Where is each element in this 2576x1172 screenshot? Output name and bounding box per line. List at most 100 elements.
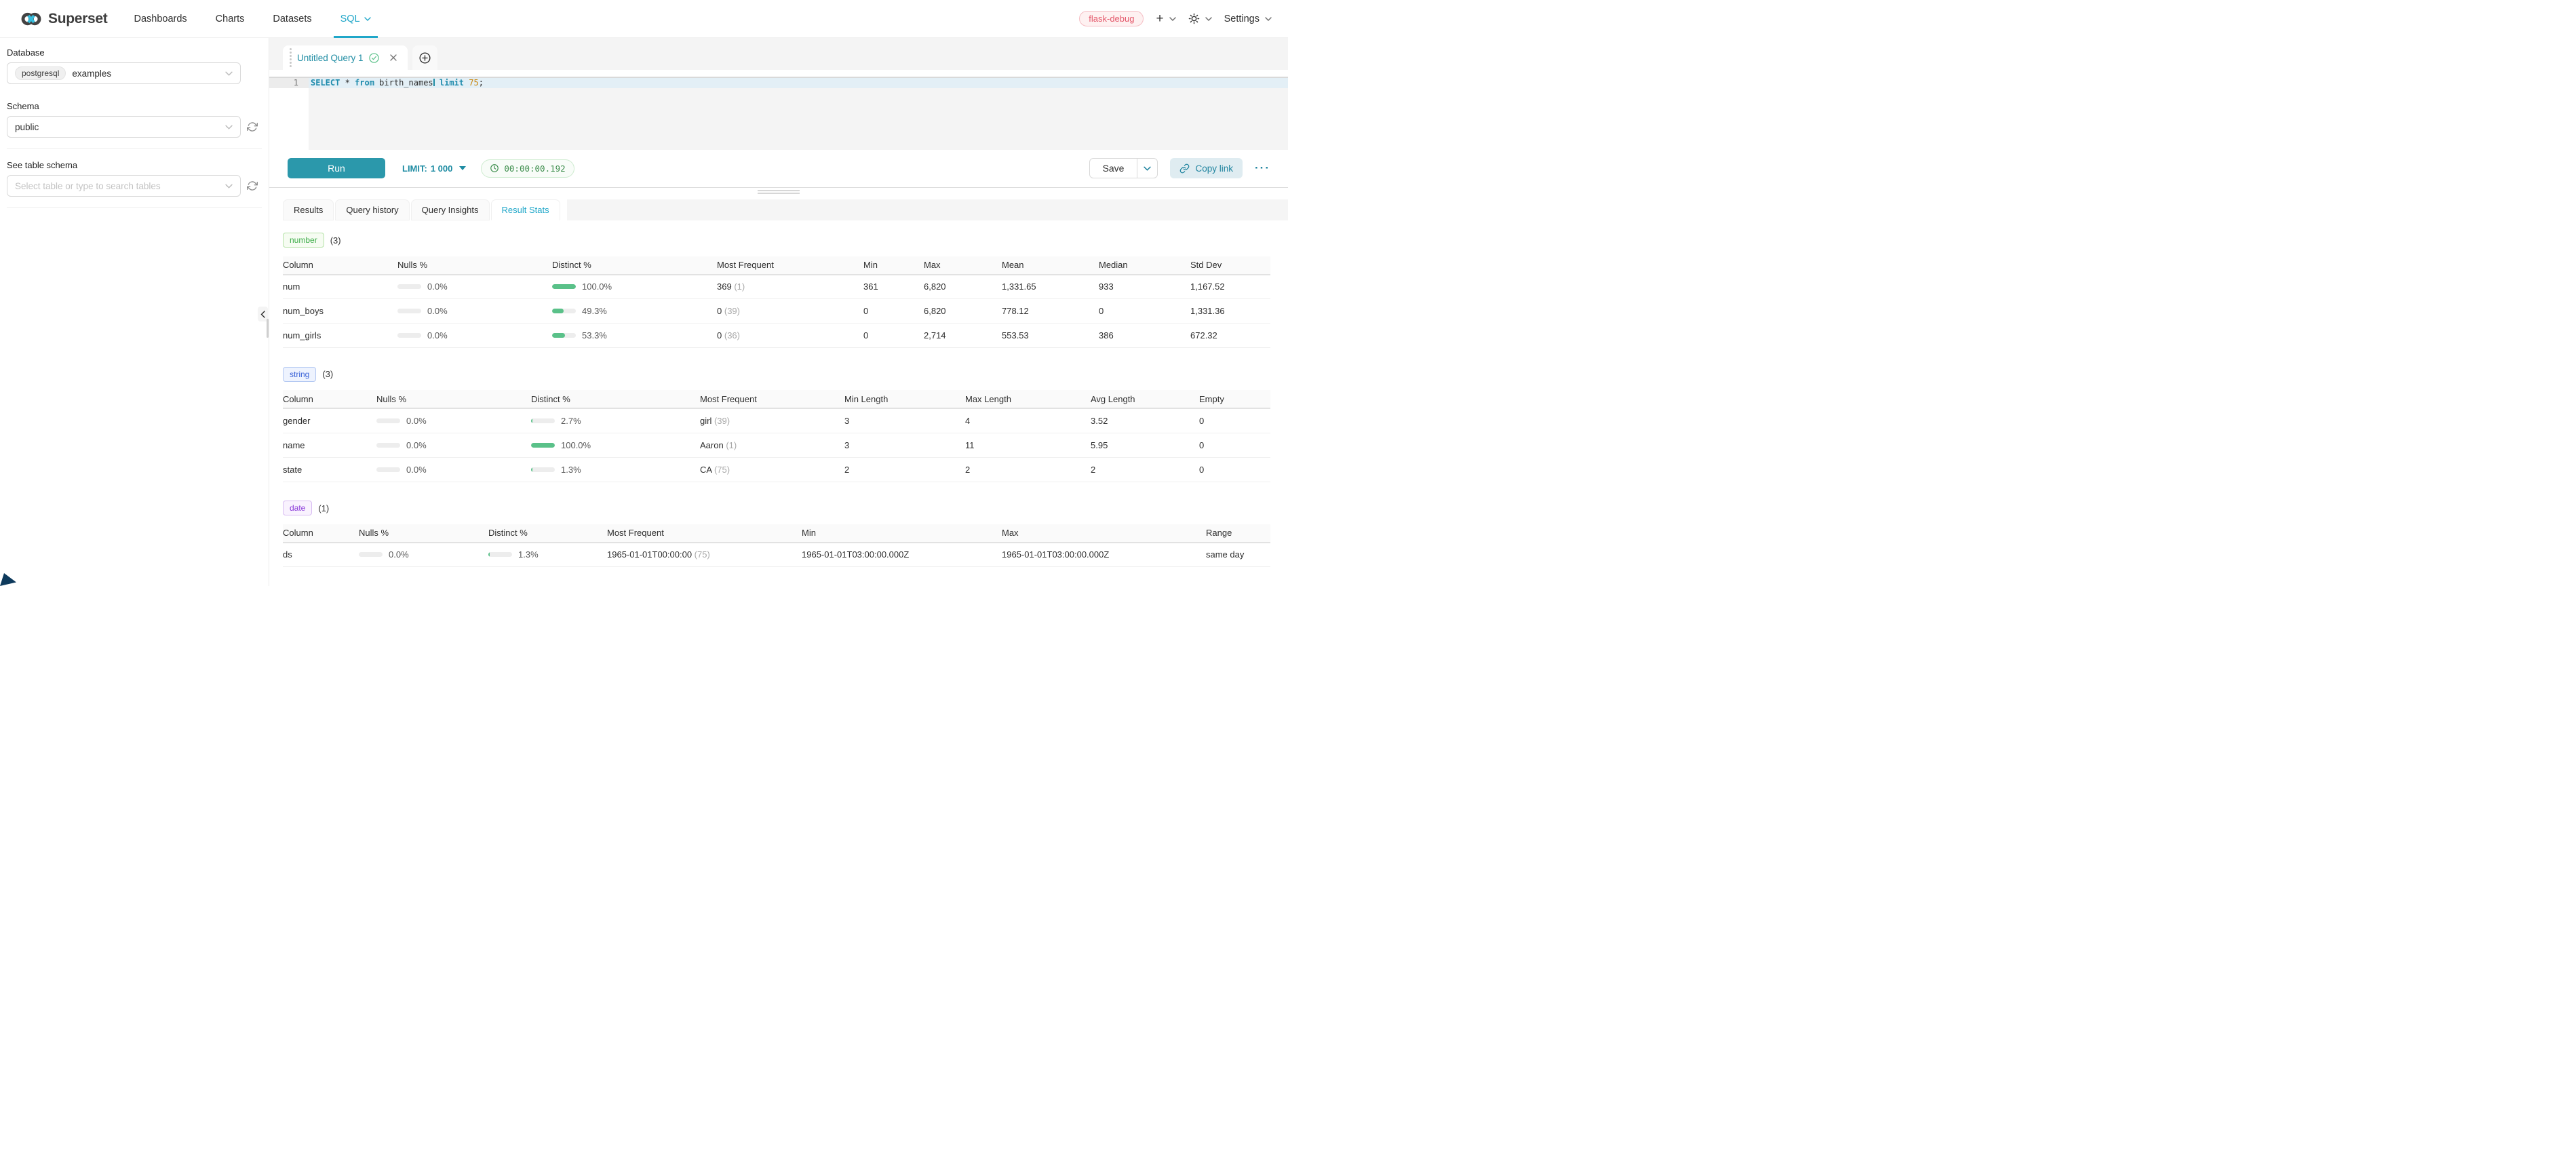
nav-item-label: Datasets xyxy=(273,14,311,24)
most-frequent-value: 0 xyxy=(717,330,722,340)
distinct-percent-cell: 49.3% xyxy=(552,299,717,324)
most-frequent-cell: girl (39) xyxy=(700,408,844,433)
column-header-mean: Mean xyxy=(1002,256,1099,275)
nulls-percent-cell: 0.0% xyxy=(397,275,552,299)
distinct-bar xyxy=(552,309,576,313)
column-header-distinct-: Distinct % xyxy=(531,390,700,408)
table-schema-label: See table schema xyxy=(7,160,269,170)
save-button[interactable]: Save xyxy=(1090,159,1137,178)
sql-editor[interactable]: 1 SELECT * from birth_names limit 75; xyxy=(269,77,1288,151)
settings-menu[interactable]: Settings xyxy=(1224,14,1272,24)
nav-item-label: Dashboards xyxy=(134,14,187,24)
superset-logo[interactable]: Superset xyxy=(20,9,107,29)
editor-gutter: 1 xyxy=(269,78,309,151)
more-actions-button[interactable]: ··· xyxy=(1255,161,1270,175)
results-tab-bar: ResultsQuery historyQuery InsightsResult… xyxy=(269,199,1288,220)
close-tab-button[interactable] xyxy=(389,53,401,62)
distinct-percent-cell: 1.3% xyxy=(531,457,700,482)
new-item-menu[interactable]: + xyxy=(1156,12,1175,25)
table-row: num_boys0.0%49.3%0 (39)06,820778.1201,33… xyxy=(283,299,1270,324)
type-badge: number xyxy=(283,233,324,248)
chevron-left-icon xyxy=(260,311,265,318)
stat-value: 0 xyxy=(1199,457,1270,482)
most-frequent-cell: CA (75) xyxy=(700,457,844,482)
nulls-percent-cell: 0.0% xyxy=(397,324,552,348)
tab-query-history[interactable]: Query history xyxy=(335,199,409,220)
column-header-max: Max xyxy=(1002,524,1206,543)
nav-item-dashboards[interactable]: Dashboards xyxy=(119,0,201,38)
sql-code-line[interactable]: SELECT * from birth_names limit 75; xyxy=(309,78,1288,88)
copy-link-button[interactable]: Copy link xyxy=(1170,158,1243,178)
caret-down-icon xyxy=(459,166,466,170)
tab-result-stats[interactable]: Result Stats xyxy=(491,199,560,220)
nav-item-charts[interactable]: Charts xyxy=(201,0,259,38)
nulls-percent-cell: 0.0% xyxy=(376,457,531,482)
database-engine-tag: postgresql xyxy=(15,66,66,80)
nav-item-label: Charts xyxy=(216,14,245,24)
stat-value: 3 xyxy=(844,433,965,457)
most-frequent-count: (36) xyxy=(724,330,740,340)
stat-value: 553.53 xyxy=(1002,324,1099,348)
database-select[interactable]: postgresql examples xyxy=(7,62,241,84)
nulls-bar xyxy=(376,443,400,448)
distinct-percent-value: 1.3% xyxy=(561,465,581,475)
nulls-bar xyxy=(376,418,400,423)
query-tab-bar: Untitled Query 1 xyxy=(269,38,1288,70)
column-header-min-length: Min Length xyxy=(844,390,965,408)
editor-code-area[interactable]: SELECT * from birth_names limit 75; xyxy=(309,78,1288,151)
refresh-tables-icon[interactable] xyxy=(247,180,258,191)
save-split-button[interactable]: Save xyxy=(1089,158,1158,178)
number-stats-table: ColumnNulls %Distinct %Most FrequentMinM… xyxy=(283,256,1270,349)
refresh-schema-icon[interactable] xyxy=(247,121,258,132)
nulls-percent-value: 0.0% xyxy=(406,465,427,475)
nav-right-group: flask-debug + Settings xyxy=(1079,11,1272,26)
stat-value: 1965-01-01T03:00:00.000Z xyxy=(1002,543,1206,567)
sidebar-scrollbar[interactable] xyxy=(267,319,269,338)
environment-badge: flask-debug xyxy=(1079,11,1144,26)
database-value: examples xyxy=(72,69,111,79)
distinct-percent-cell: 1.3% xyxy=(488,543,607,567)
table-select[interactable]: Select table or type to search tables xyxy=(7,175,241,197)
chevron-down-icon xyxy=(225,125,233,130)
sql-token: 75 xyxy=(464,78,479,87)
column-count: (3) xyxy=(330,235,341,246)
pane-resize-handle-icon[interactable] xyxy=(758,190,800,195)
table-row: num0.0%100.0%369 (1)3616,8201,331.659331… xyxy=(283,275,1270,299)
nav-item-sql[interactable]: SQL xyxy=(326,0,385,38)
new-query-tab-button[interactable] xyxy=(412,45,437,70)
tab-query-insights[interactable]: Query Insights xyxy=(411,199,490,220)
pane-resizer[interactable] xyxy=(269,188,1288,195)
tab-results[interactable]: Results xyxy=(283,199,334,220)
stat-value: 3 xyxy=(844,408,965,433)
stat-value: same day xyxy=(1206,543,1270,567)
limit-dropdown[interactable]: LIMIT: 1 000 xyxy=(402,163,466,174)
save-options-caret[interactable] xyxy=(1137,159,1157,178)
stat-value: 2 xyxy=(965,457,1091,482)
stat-value: 933 xyxy=(1099,275,1190,299)
run-button[interactable]: Run xyxy=(288,158,385,178)
most-frequent-cell: 1965-01-01T00:00:00 (75) xyxy=(607,543,802,567)
stat-value: 0 xyxy=(1199,433,1270,457)
link-icon xyxy=(1179,163,1190,174)
editor-toolbar: Run LIMIT: 1 000 00:00:00.192 Save xyxy=(269,150,1288,187)
chevron-down-icon xyxy=(225,184,233,189)
column-header-distinct-: Distinct % xyxy=(552,256,717,275)
top-nav: Superset Dashboards Charts Datasets SQL fla… xyxy=(0,0,1288,38)
limit-label: LIMIT: xyxy=(402,163,427,174)
column-header-max: Max xyxy=(924,256,1002,275)
schema-select[interactable]: public xyxy=(7,116,241,138)
column-header-std-dev: Std Dev xyxy=(1190,256,1270,275)
most-frequent-count: (1) xyxy=(734,281,745,292)
distinct-percent-value: 100.0% xyxy=(561,440,591,450)
sql-token: ; xyxy=(479,78,484,87)
query-tab[interactable]: Untitled Query 1 xyxy=(283,45,408,70)
drag-handle-icon[interactable] xyxy=(290,48,292,67)
stats-section-date: date(1)ColumnNulls %Distinct %Most Frequ… xyxy=(283,501,1270,568)
nav-item-datasets[interactable]: Datasets xyxy=(258,0,326,38)
database-label: Database xyxy=(7,47,269,58)
theme-menu[interactable] xyxy=(1188,13,1212,24)
stat-value: 0 xyxy=(1199,408,1270,433)
distinct-percent-cell: 100.0% xyxy=(552,275,717,299)
most-frequent-count: (39) xyxy=(714,416,730,426)
nulls-percent-cell: 0.0% xyxy=(376,408,531,433)
